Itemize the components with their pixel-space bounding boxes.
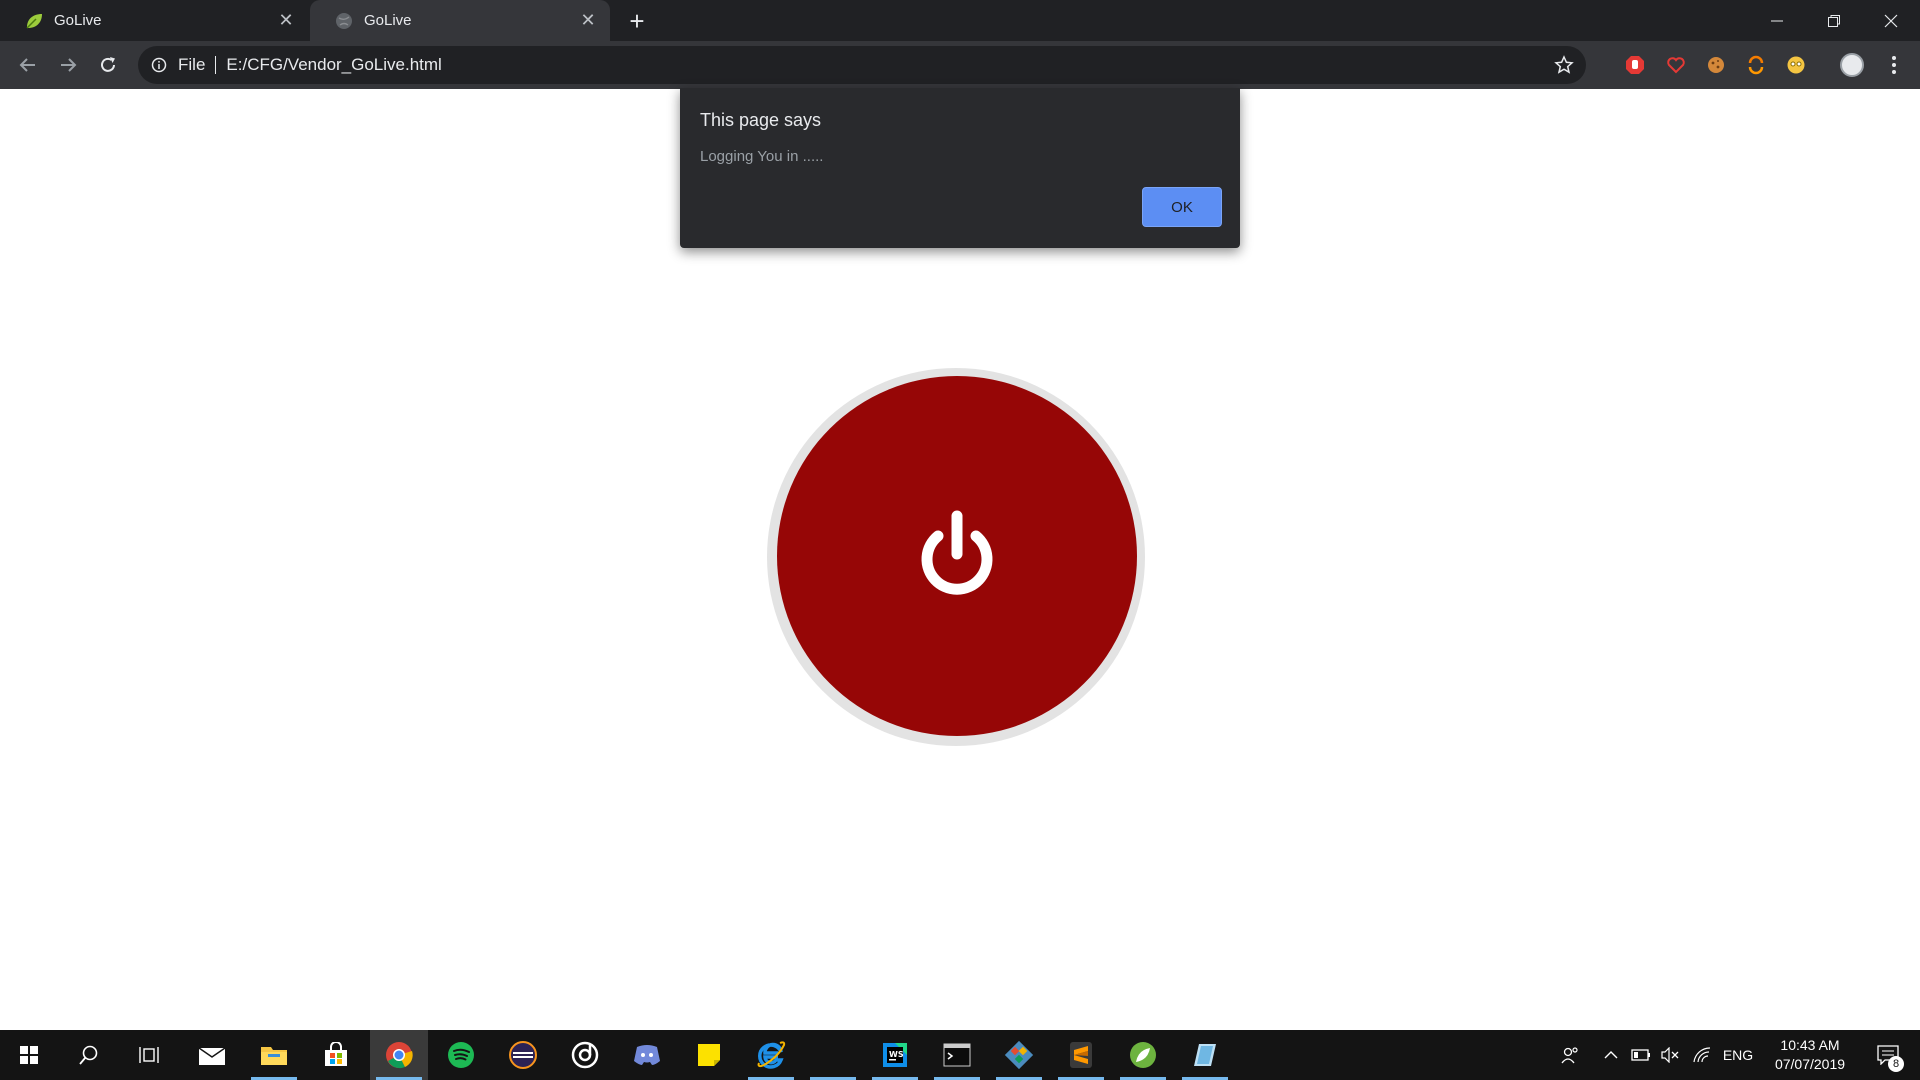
music-app-icon[interactable] — [556, 1030, 614, 1080]
terminal-icon[interactable] — [928, 1030, 986, 1080]
alert-dialog: This page says Logging You in ..... OK — [680, 88, 1240, 248]
restore-icon[interactable] — [1805, 0, 1863, 41]
people-icon[interactable] — [1552, 1030, 1588, 1080]
start-icon[interactable] — [0, 1030, 58, 1080]
tab-golive-2[interactable]: GoLive ✕ — [310, 0, 610, 41]
reload-icon[interactable] — [92, 49, 124, 81]
volume-muted-icon[interactable] — [1656, 1030, 1684, 1080]
search-icon[interactable] — [60, 1030, 118, 1080]
task-view-icon[interactable] — [120, 1030, 178, 1080]
store-icon[interactable] — [307, 1030, 365, 1080]
tab-title: GoLive — [54, 12, 102, 29]
clock-time: 10:43 AM — [1780, 1037, 1840, 1053]
tab-strip: GoLive ✕ GoLive ✕ + — [0, 0, 1920, 41]
url-separator — [215, 56, 217, 74]
new-tab-icon[interactable]: + — [623, 6, 651, 36]
webstorm-icon[interactable]: WS — [866, 1030, 924, 1080]
back-icon[interactable] — [12, 49, 44, 81]
internet-explorer-icon[interactable] — [742, 1030, 800, 1080]
refresh-orange-icon[interactable] — [1746, 55, 1766, 75]
stop-hand-icon[interactable] — [1625, 55, 1645, 75]
dialog-message: Logging You in ..... — [700, 148, 824, 165]
close-tab-icon[interactable]: ✕ — [578, 10, 598, 31]
bookmark-star-icon[interactable] — [1554, 55, 1574, 75]
file-explorer-icon[interactable] — [245, 1030, 303, 1080]
wifi-icon[interactable] — [1687, 1030, 1717, 1080]
close-window-icon[interactable] — [1862, 0, 1920, 41]
url-text[interactable]: E:/CFG/Vendor_GoLive.html — [226, 55, 441, 75]
dialog-title: This page says — [700, 110, 822, 130]
blank-app-icon[interactable] — [804, 1030, 862, 1080]
ok-button[interactable]: OK — [1142, 187, 1222, 227]
clock-date: 07/07/2019 — [1774, 1056, 1846, 1072]
chrome-icon[interactable] — [370, 1030, 428, 1080]
clock[interactable]: 10:43 AM 07/07/2019 — [1762, 1036, 1858, 1074]
spotify-icon[interactable] — [432, 1030, 490, 1080]
minimize-icon[interactable] — [1748, 0, 1806, 41]
svg-text:WS: WS — [889, 1050, 904, 1059]
tab-title: GoLive — [364, 12, 412, 29]
leaf-icon — [24, 11, 44, 31]
power-button[interactable] — [777, 376, 1137, 736]
chevron-up-icon[interactable] — [1598, 1030, 1624, 1080]
forward-icon[interactable] — [52, 49, 84, 81]
battery-icon[interactable] — [1627, 1030, 1655, 1080]
language-indicator[interactable]: ENG — [1719, 1030, 1757, 1080]
git-icon[interactable] — [990, 1030, 1048, 1080]
tab-golive-1[interactable]: GoLive ✕ — [0, 0, 308, 41]
url-scheme: File — [178, 55, 206, 74]
mail-icon[interactable] — [183, 1030, 241, 1080]
heart-icon[interactable] — [1666, 55, 1686, 75]
browser-toolbar: File E:/CFG/Vendor_GoLive.html — [0, 41, 1920, 89]
address-bar[interactable]: File E:/CFG/Vendor_GoLive.html — [138, 46, 1586, 84]
face-icon[interactable] — [1786, 55, 1806, 75]
power-icon — [921, 510, 993, 595]
globe-icon — [334, 11, 354, 31]
profile-avatar[interactable] — [1840, 53, 1864, 77]
file-manager-icon[interactable] — [1176, 1030, 1234, 1080]
spring-tool-suite-icon[interactable] — [1114, 1030, 1172, 1080]
info-icon[interactable] — [150, 56, 168, 74]
cookie-icon[interactable] — [1706, 55, 1726, 75]
notification-center-icon[interactable]: 8 — [1866, 1030, 1910, 1080]
discord-icon[interactable] — [618, 1030, 676, 1080]
browser-menu-icon[interactable] — [1884, 53, 1904, 77]
eclipse-icon[interactable] — [494, 1030, 552, 1080]
taskbar: WS ENG 10:43 AM 07/07/2019 8 — [0, 1030, 1920, 1080]
close-tab-icon[interactable]: ✕ — [276, 10, 296, 31]
sticky-notes-icon[interactable] — [680, 1030, 738, 1080]
sublime-text-icon[interactable] — [1052, 1030, 1110, 1080]
notification-count-badge: 8 — [1888, 1056, 1904, 1072]
